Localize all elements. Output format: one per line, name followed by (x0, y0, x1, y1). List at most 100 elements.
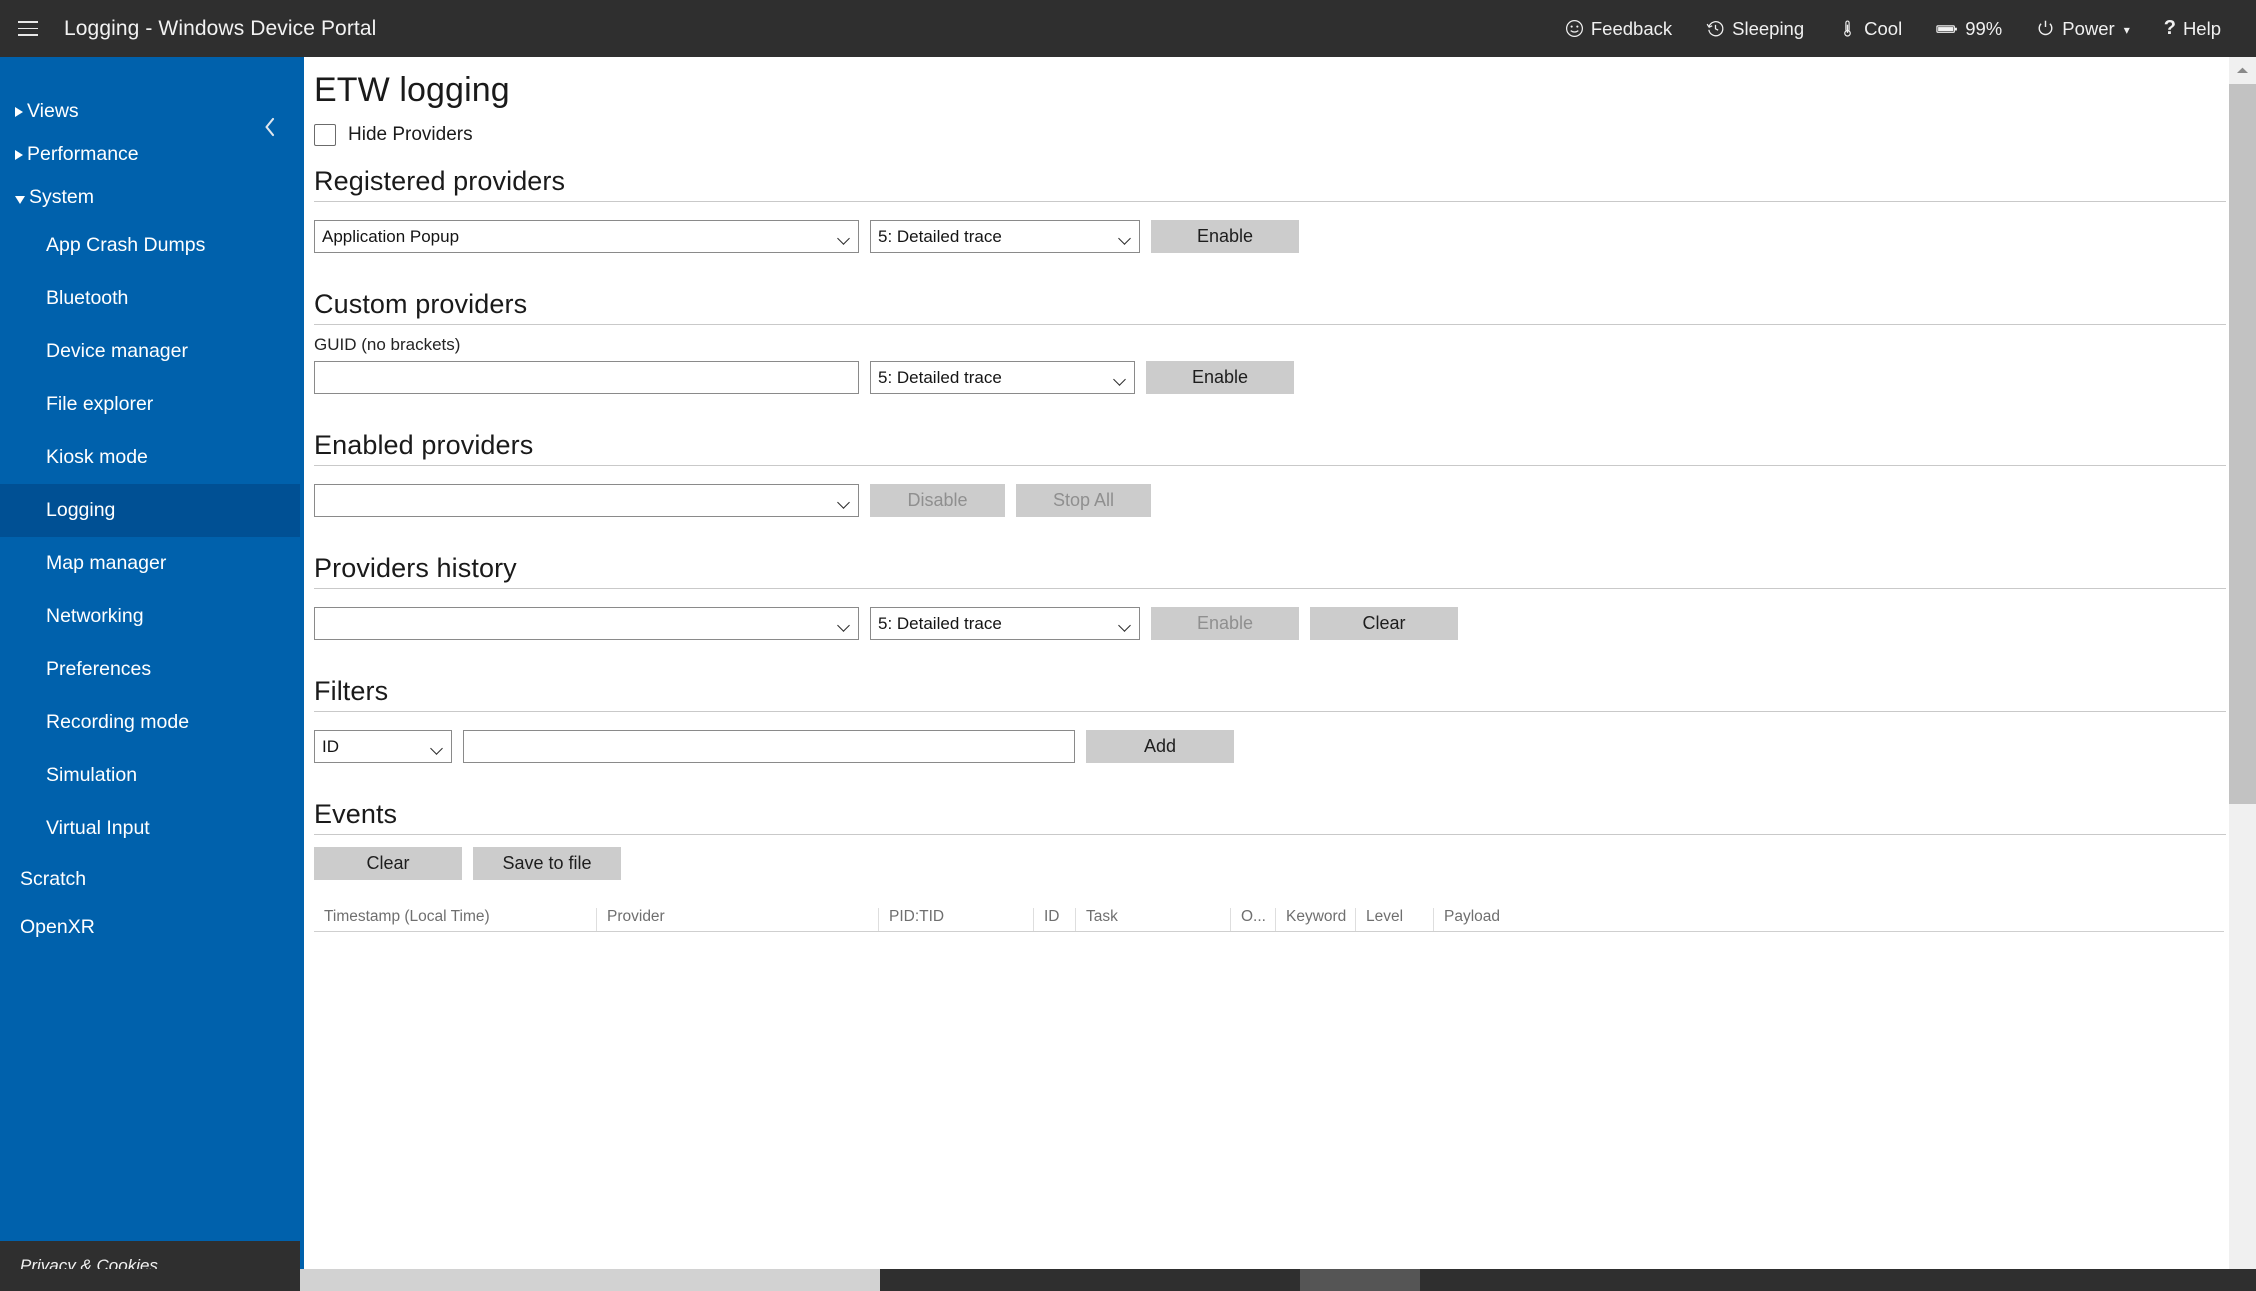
column-header-id[interactable]: ID (1033, 908, 1075, 931)
filters-row: ID Add (314, 730, 2234, 763)
sidebar-item-logging[interactable]: Logging (0, 484, 300, 537)
question-mark-icon: ? (2163, 17, 2176, 39)
vertical-scrollbar-thumb[interactable] (2229, 84, 2256, 804)
power-icon (2036, 19, 2055, 38)
registered-providers-row: Application Popup 5: Detailed trace Enab… (314, 220, 2234, 253)
events-save-to-file-button[interactable]: Save to file (473, 847, 621, 880)
enabled-providers-row: Disable Stop All (314, 484, 2234, 517)
registered-level-value: 5: Detailed trace (878, 226, 1002, 246)
sidebar-item-app-crash-dumps[interactable]: App Crash Dumps (0, 219, 300, 272)
sidebar-group-label: Views (27, 100, 79, 122)
sidebar-item-kiosk-mode[interactable]: Kiosk mode (0, 431, 300, 484)
column-header-payload[interactable]: Payload (1433, 908, 2193, 931)
registered-provider-select[interactable]: Application Popup (314, 220, 859, 253)
history-clear-button[interactable]: Clear (1310, 607, 1458, 640)
feedback-label: Feedback (1590, 17, 1673, 39)
events-table-header-row: Timestamp (Local Time) Provider PID:TID … (314, 902, 2224, 932)
sidebar-item-label: Bluetooth (46, 287, 129, 309)
enabled-provider-select[interactable] (314, 484, 859, 517)
filter-type-select[interactable]: ID (314, 730, 452, 763)
registered-providers-heading: Registered providers (314, 166, 566, 196)
sidebar-item-recording-mode[interactable]: Recording mode (0, 696, 300, 749)
sidebar-group-performance[interactable]: Performance (0, 133, 300, 176)
sidebar-group-system[interactable]: System (0, 176, 300, 219)
sidebar-item-simulation[interactable]: Simulation (0, 749, 300, 802)
battery-status-button[interactable]: 99% (1919, 0, 2019, 57)
sidebar-item-label: Logging (46, 499, 116, 521)
triangle-right-icon (15, 106, 23, 117)
page-title: ETW logging (314, 71, 510, 109)
temperature-label: Cool (1864, 17, 1903, 39)
section-divider (314, 201, 2226, 202)
events-heading: Events (314, 799, 398, 829)
hide-providers-checkbox[interactable]: Hide Providers (314, 124, 473, 146)
app-title: Logging - Windows Device Portal (64, 16, 377, 40)
sidebar-group-label: System (29, 186, 95, 208)
scroll-up-arrow-icon[interactable] (2229, 57, 2256, 84)
sidebar-item-device-manager[interactable]: Device manager (0, 325, 300, 378)
sidebar-item-scratch[interactable]: Scratch (0, 855, 300, 903)
hamburger-menu-icon[interactable] (0, 0, 56, 57)
enabled-providers-heading: Enabled providers (314, 430, 534, 460)
custom-enable-button[interactable]: Enable (1146, 361, 1294, 394)
filter-add-button[interactable]: Add (1086, 730, 1234, 763)
filter-value-input[interactable] (463, 730, 1075, 763)
history-provider-select[interactable] (314, 607, 859, 640)
sleep-state-button[interactable]: Sleeping (1689, 0, 1821, 57)
sidebar-item-label: Scratch (20, 867, 87, 890)
horizontal-scrollbar[interactable] (300, 1269, 2256, 1291)
sidebar-item-preferences[interactable]: Preferences (0, 643, 300, 696)
column-header-keyword[interactable]: Keyword (1275, 908, 1355, 931)
stop-all-button[interactable]: Stop All (1016, 484, 1151, 517)
sidebar-item-map-manager[interactable]: Map manager (0, 537, 300, 590)
sidebar-item-label: OpenXR (20, 915, 95, 938)
sidebar-item-label: Device manager (46, 340, 188, 362)
column-header-opcode[interactable]: O... (1230, 908, 1275, 931)
sidebar-item-openxr[interactable]: OpenXR (0, 903, 300, 951)
help-button[interactable]: ? Help (2147, 0, 2238, 57)
custom-level-select[interactable]: 5: Detailed trace (870, 361, 1135, 394)
sleep-state-label: Sleeping (1732, 17, 1805, 39)
history-enable-button[interactable]: Enable (1151, 607, 1299, 640)
vertical-scrollbar[interactable] (2229, 57, 2256, 1269)
power-menu-button[interactable]: Power ▾ (2019, 0, 2146, 57)
sidebar-item-label: Recording mode (46, 711, 190, 733)
horizontal-scrollbar-thumb[interactable] (300, 1269, 880, 1291)
sidebar-nav-list: Views Performance System App Crash Dumps… (0, 90, 300, 951)
section-divider (314, 465, 2226, 466)
thermometer-icon (1838, 19, 1857, 38)
sidebar-item-networking[interactable]: Networking (0, 590, 300, 643)
hide-providers-label: Hide Providers (348, 124, 473, 145)
registered-enable-button[interactable]: Enable (1151, 220, 1299, 253)
disable-provider-button[interactable]: Disable (870, 484, 1005, 517)
help-label: Help (2182, 17, 2221, 39)
sidebar-group-label: Performance (27, 143, 139, 165)
sidebar-group-views[interactable]: Views (0, 90, 300, 133)
scrollbar-corner (0, 1269, 300, 1291)
sidebar-item-file-explorer[interactable]: File explorer (0, 378, 300, 431)
temperature-button[interactable]: Cool (1821, 0, 1919, 57)
battery-percent-label: 99% (1965, 17, 2003, 39)
registered-level-select[interactable]: 5: Detailed trace (870, 220, 1140, 253)
guid-input[interactable] (314, 361, 859, 394)
etw-logging-panel: ETW logging Hide Providers Registered pr… (304, 57, 2234, 1291)
custom-level-value: 5: Detailed trace (878, 367, 1002, 387)
sidebar-item-bluetooth[interactable]: Bluetooth (0, 272, 300, 325)
smiley-icon (1565, 19, 1584, 38)
column-header-provider[interactable]: Provider (596, 908, 878, 931)
providers-history-row: 5: Detailed trace Enable Clear (314, 607, 2234, 640)
sidebar-item-label: App Crash Dumps (46, 234, 206, 256)
events-actions-row: Clear Save to file (314, 847, 2234, 880)
column-header-level[interactable]: Level (1355, 908, 1433, 931)
column-header-timestamp[interactable]: Timestamp (Local Time) (314, 908, 596, 931)
filter-type-value: ID (322, 736, 339, 756)
column-header-task[interactable]: Task (1075, 908, 1230, 931)
triangle-right-icon (15, 149, 23, 160)
feedback-button[interactable]: Feedback (1548, 0, 1689, 57)
column-header-pid-tid[interactable]: PID:TID (878, 908, 1033, 931)
sidebar-item-label: Virtual Input (46, 817, 150, 839)
history-level-select[interactable]: 5: Detailed trace (870, 607, 1140, 640)
sidebar-item-virtual-input[interactable]: Virtual Input (0, 802, 300, 855)
events-clear-button[interactable]: Clear (314, 847, 462, 880)
main-content-area: ETW logging Hide Providers Registered pr… (300, 57, 2256, 1291)
